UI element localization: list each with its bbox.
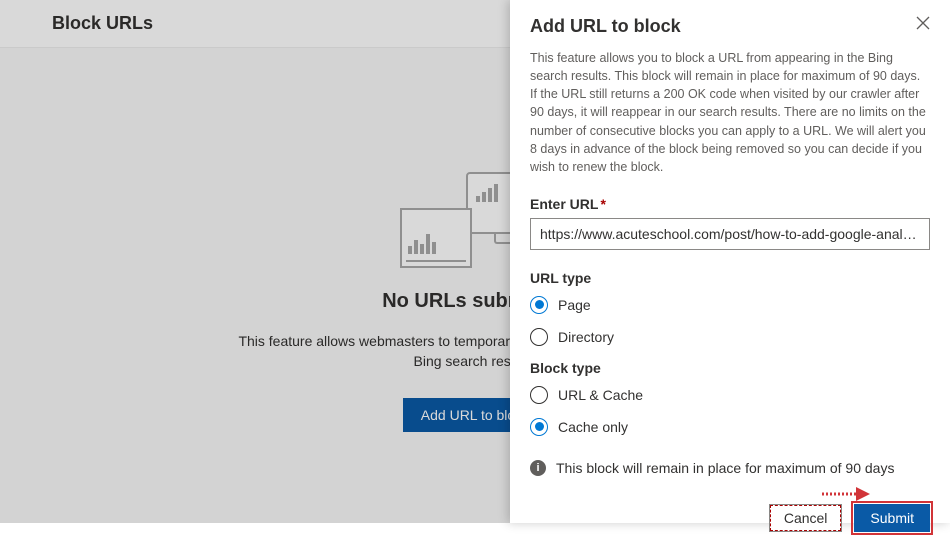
radio-icon xyxy=(530,418,548,436)
radio-label-directory: Directory xyxy=(558,329,614,345)
radio-icon xyxy=(530,386,548,404)
panel-title: Add URL to block xyxy=(530,16,681,37)
radio-label-cache-only: Cache only xyxy=(558,419,628,435)
radio-label-url-cache: URL & Cache xyxy=(558,387,643,403)
radio-icon xyxy=(530,296,548,314)
info-icon: i xyxy=(530,460,546,476)
submit-button[interactable]: Submit xyxy=(854,504,930,532)
block-type-label: Block type xyxy=(530,360,930,376)
add-url-panel: Add URL to block This feature allows you… xyxy=(510,0,950,523)
radio-directory[interactable]: Directory xyxy=(530,328,930,346)
info-row: i This block will remain in place for ma… xyxy=(530,460,930,476)
panel-footer: Cancel Submit xyxy=(530,494,930,546)
panel-description: This feature allows you to block a URL f… xyxy=(530,49,930,176)
radio-icon xyxy=(530,328,548,346)
url-field-label: Enter URL* xyxy=(530,196,930,212)
url-input[interactable] xyxy=(530,218,930,250)
cancel-button[interactable]: Cancel xyxy=(769,504,843,532)
required-marker: * xyxy=(600,196,605,212)
radio-page[interactable]: Page xyxy=(530,296,930,314)
radio-cache-only[interactable]: Cache only xyxy=(530,418,930,436)
info-text: This block will remain in place for maxi… xyxy=(556,460,894,476)
close-icon[interactable] xyxy=(916,16,930,34)
url-type-label: URL type xyxy=(530,270,930,286)
radio-url-cache[interactable]: URL & Cache xyxy=(530,386,930,404)
radio-label-page: Page xyxy=(558,297,591,313)
